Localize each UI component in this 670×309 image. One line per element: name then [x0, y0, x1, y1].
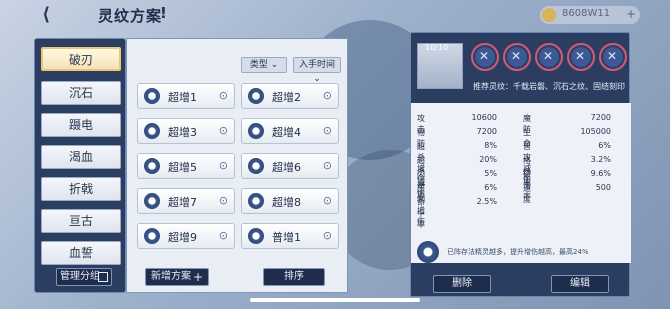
currency-display: 8608W11 +: [540, 6, 640, 24]
new-scheme-label: 新增方案: [151, 271, 191, 282]
rune-scheme-icon: [248, 193, 264, 209]
manage-group-button[interactable]: 管理分组: [56, 268, 112, 286]
rune-slot-3[interactable]: [535, 43, 563, 71]
scheme-card[interactable]: 超增2 ⊙: [241, 83, 339, 109]
add-currency-button[interactable]: +: [626, 7, 636, 21]
category-tab-4[interactable]: 折戟: [41, 177, 121, 201]
scheme-list-panel: 类型 ⌄ 入手时间 ⌄ 超增1 ⊙ 超增2 ⊙ 超增3 ⊙ 超增4 ⊙ 超增5 …: [126, 38, 348, 293]
back-button[interactable]: ⟨: [42, 4, 72, 25]
scheme-name: 超增7: [168, 196, 197, 209]
lock-icon[interactable]: ⊙: [219, 124, 228, 137]
scheme-name: 超增6: [272, 161, 301, 174]
rune-slot-5[interactable]: [599, 43, 627, 71]
rune-slot-2[interactable]: [503, 43, 531, 71]
currency-amount: 8608W11: [562, 8, 611, 19]
scheme-name: 普增1: [272, 231, 301, 244]
plus-icon: +: [192, 270, 203, 284]
rune-scheme-icon: [248, 228, 264, 244]
lock-icon[interactable]: ⊙: [323, 229, 332, 242]
rune-scheme-icon: [144, 158, 160, 174]
scheme-card[interactable]: 普增1 ⊙: [241, 223, 339, 249]
delete-button[interactable]: 删除: [433, 275, 491, 293]
scheme-name: 超增2: [272, 91, 301, 104]
stats-table: 攻击 10600 魔防 7200 物防 7200 生命 105000 超杀增伤 8% 普攻…: [411, 103, 631, 263]
info-button[interactable]: !: [160, 4, 178, 24]
scheme-name: 超增5: [168, 161, 197, 174]
portrait-level: 10/10: [425, 43, 449, 52]
lock-icon[interactable]: ⊙: [219, 89, 228, 102]
scheme-name: 超增3: [168, 126, 197, 139]
rune-scheme-icon: [144, 88, 160, 104]
rune-scheme-icon: [144, 123, 160, 139]
rune-scheme-icon: [144, 193, 160, 209]
scheme-card[interactable]: 超增7 ⊙: [137, 188, 235, 214]
category-tab-5[interactable]: 亘古: [41, 209, 121, 233]
page-title: 灵纹方案: [98, 7, 163, 25]
manage-group-label: 管理分组: [60, 271, 100, 282]
lock-icon[interactable]: ⊙: [323, 89, 332, 102]
lock-icon[interactable]: ⊙: [219, 229, 228, 242]
category-tab-3[interactable]: 渴血: [41, 145, 121, 169]
back-arrow-icon: ⟨: [42, 4, 51, 25]
set-bonus: 已阵存法精灵越多，提升增伤越高，最高24%: [417, 241, 625, 263]
set-bonus-icon: [417, 241, 439, 263]
scheme-card[interactable]: 超增5 ⊙: [137, 153, 235, 179]
scheme-card[interactable]: 超增3 ⊙: [137, 118, 235, 144]
time-sort-dropdown[interactable]: 入手时间 ⌄: [293, 57, 341, 84]
scheme-name: 超增4: [272, 126, 301, 139]
home-indicator[interactable]: [250, 298, 420, 302]
scheme-card[interactable]: 超增8 ⊙: [241, 188, 339, 214]
scheme-card[interactable]: 超增1 ⊙: [137, 83, 235, 109]
rune-slot-4[interactable]: [567, 43, 595, 71]
rune-scheme-icon: [248, 123, 264, 139]
new-scheme-button[interactable]: 新增方案 +: [145, 268, 209, 286]
sort-button[interactable]: 排序: [263, 268, 325, 286]
rune-scheme-icon: [144, 228, 160, 244]
lock-icon[interactable]: ⊙: [323, 124, 332, 137]
category-tab-6[interactable]: 血誓: [41, 241, 121, 265]
category-tab-0[interactable]: 破刃: [41, 47, 121, 71]
scheme-card[interactable]: 超增9 ⊙: [137, 223, 235, 249]
lock-icon[interactable]: ⊙: [323, 194, 332, 207]
rune-scheme-icon: [248, 88, 264, 104]
edit-button[interactable]: 编辑: [551, 275, 609, 293]
lock-icon[interactable]: ⊙: [219, 159, 228, 172]
top-bar: ⟨ 灵纹方案 ! 8608W11 +: [0, 0, 670, 30]
lock-icon[interactable]: ⊙: [323, 159, 332, 172]
time-sort-label: 入手时间: [298, 60, 335, 70]
rune-slot-1[interactable]: [471, 43, 499, 71]
scheme-card[interactable]: 超增4 ⊙: [241, 118, 339, 144]
type-filter-dropdown[interactable]: 类型 ⌄: [241, 57, 287, 73]
category-tab-1[interactable]: 沉石: [41, 81, 121, 105]
type-filter-label: 类型: [249, 60, 268, 70]
coin-icon: [542, 8, 556, 22]
scheme-name: 超增1: [168, 91, 197, 104]
set-bonus-text: 已阵存法精灵越多，提升增伤越高，最高24%: [447, 248, 589, 256]
edit-icon: [98, 272, 108, 282]
scheme-name: 超增9: [168, 231, 197, 244]
scheme-card[interactable]: 超增6 ⊙: [241, 153, 339, 179]
scheme-name: 超增8: [272, 196, 301, 209]
scheme-detail-panel: 10/10 推荐灵纹：千载岩磐、沉石之纹、固结刻印 攻击10600 魔防7200…: [410, 32, 631, 297]
recommended-runes: 推荐灵纹：千载岩磐、沉石之纹、固结刻印: [473, 82, 625, 91]
category-panel: 破刃 沉石 蹑电 渴血 折戟 亘古 血誓: [34, 38, 126, 293]
rune-scheme-icon: [248, 158, 264, 174]
category-tab-2[interactable]: 蹑电: [41, 113, 121, 137]
lock-icon[interactable]: ⊙: [219, 194, 228, 207]
